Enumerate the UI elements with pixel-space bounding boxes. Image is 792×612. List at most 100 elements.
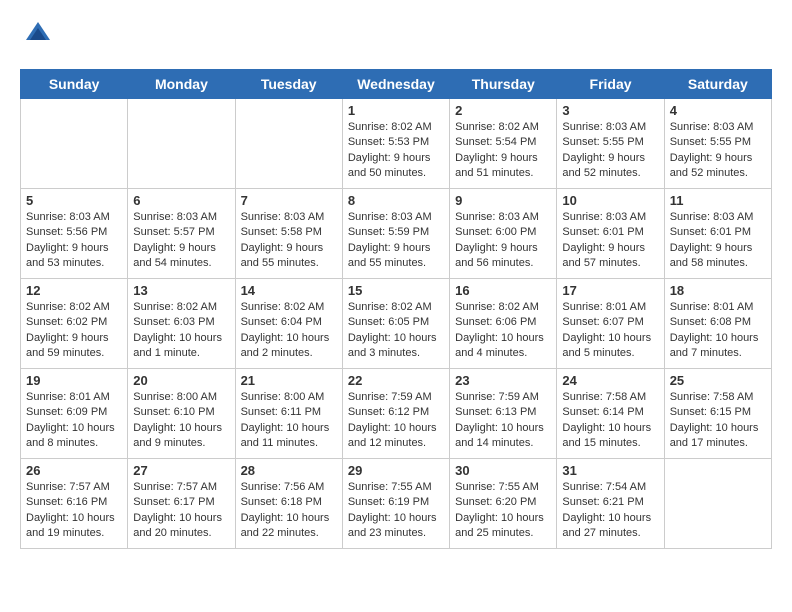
date-number: 7 [241, 193, 337, 208]
cell-info: Sunrise: 8:00 AM Sunset: 6:10 PM Dayligh… [133, 390, 229, 452]
cell-info: Sunrise: 8:03 AM Sunset: 5:57 PM Dayligh… [133, 210, 229, 272]
cell-info: Sunrise: 8:03 AM Sunset: 6:01 PM Dayligh… [670, 210, 766, 272]
calendar-cell: 21Sunrise: 8:00 AM Sunset: 6:11 PM Dayli… [235, 369, 342, 459]
cell-info: Sunrise: 8:03 AM Sunset: 6:01 PM Dayligh… [562, 210, 658, 272]
week-row-4: 19 Sunrise: 8:01 AM Sunset: 6:09 PM Dayli… [21, 369, 772, 459]
header-tuesday: Tuesday [235, 70, 342, 99]
date-number: 27 [133, 463, 229, 478]
cell-info: Sunrise: 8:01 AM Sunset: 6:07 PM Dayligh… [562, 300, 658, 362]
cell-info: Sunrise: 7:55 AM Sunset: 6:19 PM Dayligh… [348, 480, 444, 542]
cell-info: Sunrise: 7:58 AM Sunset: 6:15 PM Dayligh… [670, 390, 766, 452]
calendar-cell: 8 Sunrise: 8:03 AM Sunset: 5:59 PM Daylig… [342, 189, 449, 279]
cell-info: Sunrise: 7:55 AM Sunset: 6:20 PM Dayligh… [455, 480, 551, 542]
cell-info: Sunrise: 8:02 AM Sunset: 5:53 PM Dayligh… [348, 120, 444, 182]
calendar-cell: 18 Sunrise: 8:01 AM Sunset: 6:08 PM Dayli… [664, 279, 771, 369]
cell-info: Sunrise: 7:56 AM Sunset: 6:18 PM Dayligh… [241, 480, 337, 542]
date-number: 18 [670, 283, 766, 298]
calendar-cell: 28 Sunrise: 7:56 AM Sunset: 6:18 PM Dayli… [235, 459, 342, 549]
calendar-cell: 20 Sunrise: 8:00 AM Sunset: 6:10 PM Dayli… [128, 369, 235, 459]
calendar-cell: 29 Sunrise: 7:55 AM Sunset: 6:19 PM Dayli… [342, 459, 449, 549]
calendar-cell: 16 Sunrise: 8:02 AM Sunset: 6:06 PM Dayli… [450, 279, 557, 369]
date-number: 20 [133, 373, 229, 388]
cell-info: Sunrise: 7:57 AM Sunset: 6:17 PM Dayligh… [133, 480, 229, 542]
calendar-cell: 13Sunrise: 8:02 AM Sunset: 6:03 PM Dayli… [128, 279, 235, 369]
calendar-cell: 31 Sunrise: 7:54 AM Sunset: 6:21 PM Dayli… [557, 459, 664, 549]
date-number: 14 [241, 283, 337, 298]
logo-icon [24, 20, 52, 48]
date-number: 26 [26, 463, 122, 478]
header-saturday: Saturday [664, 70, 771, 99]
calendar-cell [128, 99, 235, 189]
cell-info: Sunrise: 7:59 AM Sunset: 6:12 PM Dayligh… [348, 390, 444, 452]
cell-info: Sunrise: 7:59 AM Sunset: 6:13 PM Dayligh… [455, 390, 551, 452]
date-number: 16 [455, 283, 551, 298]
calendar-cell: 11 Sunrise: 8:03 AM Sunset: 6:01 PM Dayli… [664, 189, 771, 279]
date-number: 22 [348, 373, 444, 388]
header-thursday: Thursday [450, 70, 557, 99]
calendar-cell: 19 Sunrise: 8:01 AM Sunset: 6:09 PM Dayli… [21, 369, 128, 459]
calendar-cell: 3Sunrise: 8:03 AM Sunset: 5:55 PM Daylig… [557, 99, 664, 189]
cell-info: Sunrise: 8:03 AM Sunset: 5:55 PM Dayligh… [670, 120, 766, 182]
calendar-cell: 26 Sunrise: 7:57 AM Sunset: 6:16 PM Dayli… [21, 459, 128, 549]
cell-info: Sunrise: 8:03 AM Sunset: 5:58 PM Dayligh… [241, 210, 337, 272]
cell-info: Sunrise: 7:57 AM Sunset: 6:16 PM Dayligh… [26, 480, 122, 542]
date-number: 8 [348, 193, 444, 208]
calendar-cell: 4Sunrise: 8:03 AM Sunset: 5:55 PM Daylig… [664, 99, 771, 189]
date-number: 11 [670, 193, 766, 208]
calendar-cell: 12Sunrise: 8:02 AM Sunset: 6:02 PM Dayli… [21, 279, 128, 369]
calendar-cell: 15Sunrise: 8:02 AM Sunset: 6:05 PM Dayli… [342, 279, 449, 369]
cell-info: Sunrise: 8:02 AM Sunset: 6:05 PM Dayligh… [348, 300, 444, 362]
date-number: 29 [348, 463, 444, 478]
header-row: Sunday Monday Tuesday Wednesday Thursday… [21, 70, 772, 99]
cell-info: Sunrise: 8:01 AM Sunset: 6:08 PM Dayligh… [670, 300, 766, 362]
cell-info: Sunrise: 8:03 AM Sunset: 5:59 PM Dayligh… [348, 210, 444, 272]
date-number: 31 [562, 463, 658, 478]
date-number: 9 [455, 193, 551, 208]
calendar-cell: 14Sunrise: 8:02 AM Sunset: 6:04 PM Dayli… [235, 279, 342, 369]
calendar-table: Sunday Monday Tuesday Wednesday Thursday… [20, 69, 772, 549]
cell-info: Sunrise: 8:02 AM Sunset: 6:06 PM Dayligh… [455, 300, 551, 362]
calendar-cell: 23 Sunrise: 7:59 AM Sunset: 6:13 PM Dayli… [450, 369, 557, 459]
week-row-5: 26 Sunrise: 7:57 AM Sunset: 6:16 PM Dayli… [21, 459, 772, 549]
calendar-cell: 22 Sunrise: 7:59 AM Sunset: 6:12 PM Dayli… [342, 369, 449, 459]
date-number: 5 [26, 193, 122, 208]
calendar-cell: 24Sunrise: 7:58 AM Sunset: 6:14 PM Dayli… [557, 369, 664, 459]
calendar-cell: 30Sunrise: 7:55 AM Sunset: 6:20 PM Dayli… [450, 459, 557, 549]
date-number: 19 [26, 373, 122, 388]
calendar-cell: 6 Sunrise: 8:03 AM Sunset: 5:57 PM Daylig… [128, 189, 235, 279]
calendar-cell [235, 99, 342, 189]
date-number: 28 [241, 463, 337, 478]
calendar-cell: 2Sunrise: 8:02 AM Sunset: 5:54 PM Daylig… [450, 99, 557, 189]
calendar-body: 1 Sunrise: 8:02 AM Sunset: 5:53 PM Daylig… [21, 99, 772, 549]
header-friday: Friday [557, 70, 664, 99]
week-row-1: 1 Sunrise: 8:02 AM Sunset: 5:53 PM Daylig… [21, 99, 772, 189]
cell-info: Sunrise: 8:00 AM Sunset: 6:11 PM Dayligh… [241, 390, 337, 452]
date-number: 1 [348, 103, 444, 118]
date-number: 10 [562, 193, 658, 208]
week-row-3: 12Sunrise: 8:02 AM Sunset: 6:02 PM Dayli… [21, 279, 772, 369]
cell-info: Sunrise: 8:03 AM Sunset: 5:56 PM Dayligh… [26, 210, 122, 272]
cell-info: Sunrise: 8:03 AM Sunset: 5:55 PM Dayligh… [562, 120, 658, 182]
date-number: 24 [562, 373, 658, 388]
page-header [20, 20, 772, 53]
calendar-cell: 27 Sunrise: 7:57 AM Sunset: 6:17 PM Dayli… [128, 459, 235, 549]
calendar-cell: 25 Sunrise: 7:58 AM Sunset: 6:15 PM Dayli… [664, 369, 771, 459]
cell-info: Sunrise: 8:02 AM Sunset: 5:54 PM Dayligh… [455, 120, 551, 182]
logo-text [20, 20, 52, 53]
cell-info: Sunrise: 8:03 AM Sunset: 6:00 PM Dayligh… [455, 210, 551, 272]
date-number: 17 [562, 283, 658, 298]
cell-info: Sunrise: 7:54 AM Sunset: 6:21 PM Dayligh… [562, 480, 658, 542]
cell-info: Sunrise: 8:02 AM Sunset: 6:02 PM Dayligh… [26, 300, 122, 362]
date-number: 25 [670, 373, 766, 388]
date-number: 23 [455, 373, 551, 388]
calendar-cell: 9 Sunrise: 8:03 AM Sunset: 6:00 PM Daylig… [450, 189, 557, 279]
calendar-cell [664, 459, 771, 549]
calendar-cell: 17 Sunrise: 8:01 AM Sunset: 6:07 PM Dayli… [557, 279, 664, 369]
header-wednesday: Wednesday [342, 70, 449, 99]
date-number: 6 [133, 193, 229, 208]
calendar-cell [21, 99, 128, 189]
date-number: 13 [133, 283, 229, 298]
cell-info: Sunrise: 8:01 AM Sunset: 6:09 PM Dayligh… [26, 390, 122, 452]
calendar-cell: 7 Sunrise: 8:03 AM Sunset: 5:58 PM Daylig… [235, 189, 342, 279]
header-monday: Monday [128, 70, 235, 99]
